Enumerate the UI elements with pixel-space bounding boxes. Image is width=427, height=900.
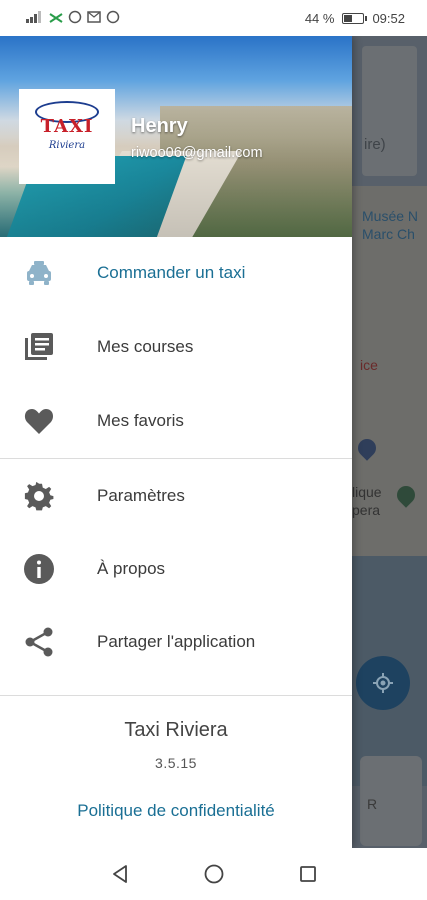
app-version: 3.5.15 — [155, 755, 197, 771]
menu-label: Commander un taxi — [97, 263, 246, 282]
logo-title: TAXI — [40, 116, 94, 137]
locate-me-button[interactable] — [356, 656, 410, 710]
menu-item-order-taxi[interactable]: Commander un taxi — [0, 243, 352, 303]
home-button[interactable] — [202, 862, 226, 886]
user-name: Henry — [131, 115, 188, 137]
heart-icon — [22, 404, 56, 438]
map-label: lique — [352, 484, 382, 500]
menu-item-settings[interactable]: Paramètres — [0, 466, 352, 526]
menu-item-share-app[interactable]: Partager l'application — [0, 612, 352, 672]
back-button[interactable] — [108, 862, 132, 886]
signal-icon — [26, 10, 44, 26]
logo-text: TAXI Riviera — [41, 118, 94, 155]
info-icon — [22, 552, 56, 586]
user-email: riwoo06@gmail.com — [131, 145, 263, 161]
map-search-card — [362, 46, 417, 176]
app-name: Taxi Riviera — [124, 719, 228, 741]
gear-icon — [22, 479, 56, 513]
map-label: Marc Ch — [362, 226, 415, 242]
taxi-icon — [22, 256, 56, 290]
logo-subtitle: Riviera — [48, 140, 86, 151]
battery-icon — [342, 12, 368, 24]
map-background: ire) Musée N Marc Ch ice lique pera R — [352, 36, 427, 848]
share-icon — [22, 625, 56, 659]
recents-square-icon — [299, 866, 316, 882]
battery-percent: 44 % — [304, 10, 335, 26]
map-bottom-card-text: R — [367, 796, 378, 812]
status-bar: 44 % 09:52 — [0, 0, 427, 36]
recents-button[interactable] — [296, 862, 320, 886]
clock: 09:52 — [372, 10, 405, 26]
crosshair-icon — [373, 673, 393, 693]
map-label: ice — [360, 357, 378, 373]
menu-label: Partager l'application — [97, 632, 256, 651]
wifi-off-icon — [49, 10, 63, 27]
menu-item-favorites[interactable]: Mes favoris — [0, 391, 352, 451]
whatsapp-icon — [68, 10, 82, 27]
menu-label: À propos — [97, 559, 166, 578]
system-nav-bar — [0, 848, 427, 900]
navigation-drawer: TAXI Riviera Henry riwoo06@gmail.com Com… — [0, 36, 352, 848]
menu-label: Mes courses — [97, 337, 194, 356]
menu-divider — [0, 458, 352, 459]
privacy-policy-link[interactable]: Politique de confidentialité — [0, 801, 352, 821]
status-right: 44 % 09:52 — [305, 11, 405, 26]
list-icon — [22, 330, 56, 364]
back-triangle-icon — [112, 865, 127, 883]
menu-label: Paramètres — [97, 486, 185, 505]
drawer-header: TAXI Riviera Henry riwoo06@gmail.com — [0, 36, 352, 237]
map-label: pera — [352, 502, 381, 518]
menu-label: Mes favoris — [97, 411, 184, 430]
home-circle-icon — [204, 864, 223, 884]
menu-item-my-rides[interactable]: Mes courses — [0, 317, 352, 377]
app-logo: TAXI Riviera — [19, 89, 115, 184]
mail-icon — [87, 10, 101, 26]
status-left-icons — [26, 10, 120, 27]
whatsapp-icon — [106, 10, 120, 27]
menu-item-about[interactable]: À propos — [0, 539, 352, 599]
map-card-text: ire) — [364, 136, 386, 153]
map-label: Musée N — [362, 208, 419, 224]
footer-divider — [0, 695, 352, 696]
